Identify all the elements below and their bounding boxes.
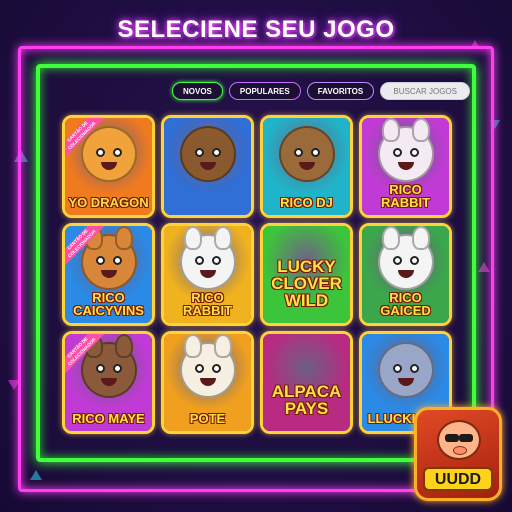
game-card[interactable]: RICO DJ	[260, 115, 353, 218]
game-card[interactable]: RICO RABBIT	[161, 223, 254, 326]
game-card[interactable]: CARTÃO DE COLECIONADOR RICO MAYE	[62, 331, 155, 434]
game-card[interactable]: CARTÃO DE COLECIONADOR RICO CAICYVINS	[62, 223, 155, 326]
game-title: RICO MAYE	[72, 411, 145, 426]
game-card[interactable]: POTE	[161, 331, 254, 434]
game-title: YO DRAGON	[68, 195, 149, 210]
rabbit-icon	[377, 118, 434, 182]
game-card[interactable]	[161, 115, 254, 218]
llama-icon	[179, 334, 236, 398]
dragon-icon	[80, 126, 137, 182]
panda-leprechaun-icon	[179, 226, 236, 290]
game-title: RICO DJ	[280, 195, 333, 210]
tab-populares[interactable]: POPULARES	[228, 82, 301, 100]
game-card[interactable]: RICO RABBIT	[359, 115, 452, 218]
page-title: SELECIENE SEU JOGO	[117, 16, 395, 43]
app-badge[interactable]: UUDD	[414, 407, 502, 501]
search-input[interactable]	[380, 82, 471, 100]
game-card[interactable]: RICO GAICED	[359, 223, 452, 326]
game-title: RICO RABBIT	[380, 182, 431, 210]
game-card[interactable]: LUCKY CLOVER WILD	[260, 223, 353, 326]
game-title: RICO RABBIT	[182, 290, 233, 318]
panda-icon	[377, 226, 434, 290]
tab-novos[interactable]: NOVOS	[172, 82, 223, 100]
game-title: RICO GAICED	[380, 290, 431, 318]
bear-miner-icon	[80, 334, 137, 398]
elephant-icon	[377, 342, 434, 398]
game-title: LUCKY CLOVER WILD	[271, 257, 342, 310]
game-title: ALPACA PAYS	[271, 382, 342, 418]
bear-icon	[80, 226, 137, 290]
app-badge-label: UUDD	[423, 467, 493, 491]
monkey-sunglasses-icon	[278, 126, 335, 182]
game-card[interactable]: CARTÃO DE COLECIONADOR YO DRAGON	[62, 115, 155, 218]
game-title: RICO CAICYVINS	[73, 290, 144, 318]
game-title: POTE	[189, 411, 226, 426]
pig-mascot-icon	[437, 420, 481, 460]
game-card[interactable]: ALPACA PAYS	[260, 331, 353, 434]
game-grid: CARTÃO DE COLECIONADOR YO DRAGON RICO DJ…	[62, 115, 452, 435]
filter-toolbar: NOVOS POPULARES FAVORITOS	[172, 82, 471, 100]
tab-favoritos[interactable]: FAVORITOS	[306, 82, 375, 100]
monkey-dj-icon	[179, 126, 236, 182]
